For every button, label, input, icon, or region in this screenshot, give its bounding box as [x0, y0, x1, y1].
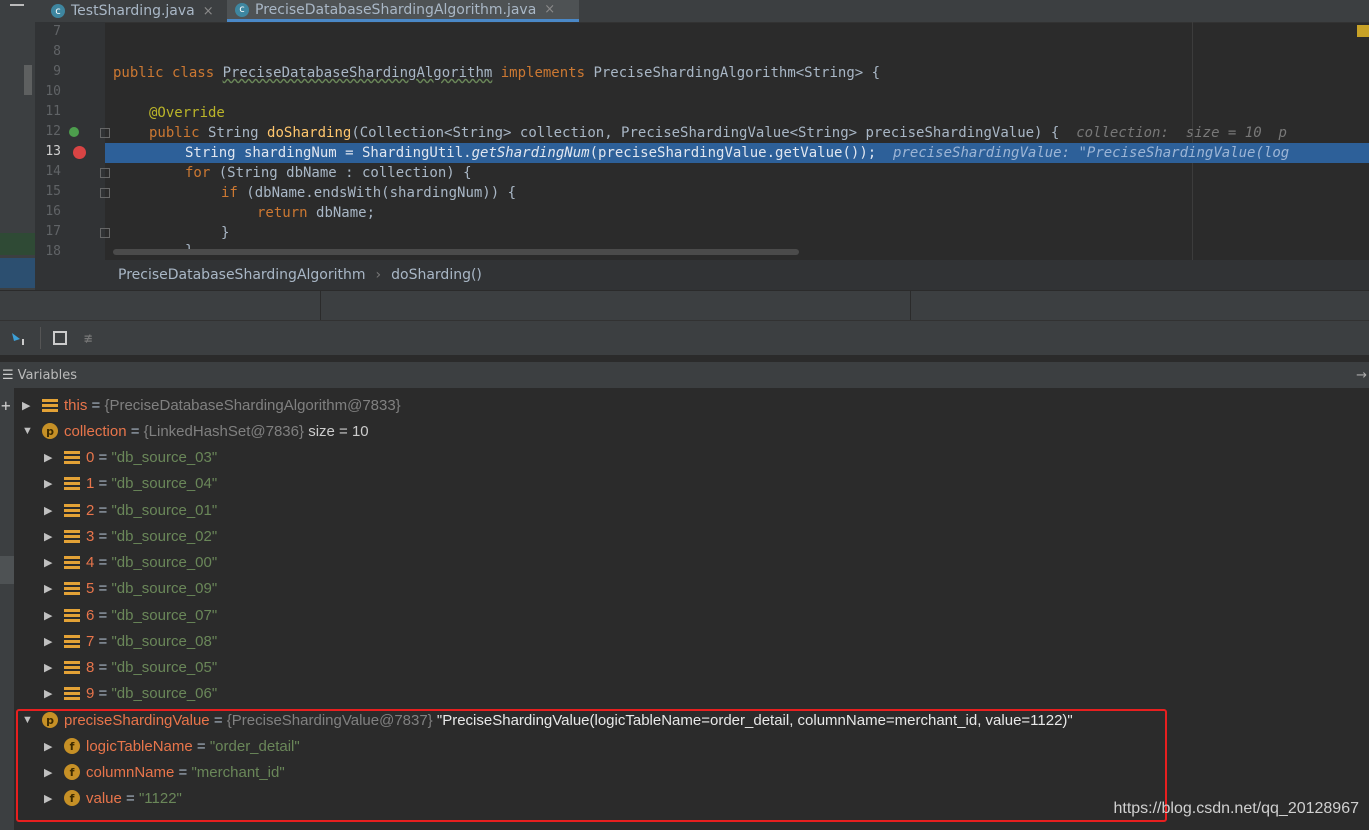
- debug-toolbar: ≢: [0, 320, 1369, 355]
- close-icon[interactable]: ×: [203, 4, 214, 19]
- code-line-12[interactable]: public String doSharding(Collection<Stri…: [149, 123, 1287, 143]
- expand-icon[interactable]: ▶: [44, 556, 58, 569]
- evaluate-expression-icon[interactable]: [53, 331, 67, 345]
- tool-window-active[interactable]: [0, 258, 35, 288]
- field-icon: [64, 528, 80, 544]
- list-item[interactable]: ▶ 5 = "db_source_09": [44, 576, 217, 600]
- debug-frames-strip: [0, 290, 1369, 321]
- list-item[interactable]: ▶ 0 = "db_source_03": [44, 445, 217, 469]
- field-icon: [64, 554, 80, 570]
- line-number: 18: [45, 244, 61, 259]
- tab-label: PreciseDatabaseShardingAlgorithm.java: [255, 1, 537, 18]
- expand-icon[interactable]: ▶: [44, 661, 58, 674]
- parameter-icon: p: [42, 423, 58, 439]
- watches-toggle-icon[interactable]: [0, 556, 14, 584]
- expand-icon[interactable]: ▶: [44, 451, 58, 464]
- variable-row[interactable]: ▶ this = {PreciseDatabaseShardingAlgorit…: [22, 393, 401, 417]
- line-number: 7: [53, 24, 61, 39]
- breadcrumb-class[interactable]: PreciseDatabaseShardingAlgorithm: [118, 267, 366, 283]
- line-number: 16: [45, 204, 61, 219]
- breadcrumb: PreciseDatabaseShardingAlgorithm › doSha…: [35, 260, 1369, 290]
- expand-icon[interactable]: ▶: [44, 687, 58, 700]
- line-number: 12: [45, 124, 61, 139]
- code-line-13[interactable]: String shardingNum = ShardingUtil.getSha…: [185, 143, 1289, 163]
- fold-icon[interactable]: [100, 188, 110, 198]
- line-number: 10: [45, 84, 61, 99]
- line-number: 15: [45, 184, 61, 199]
- field-icon: [64, 659, 80, 675]
- editor-tabbar: c TestSharding.java × c PreciseDatabaseS…: [35, 0, 1369, 23]
- code-line-11[interactable]: @Override: [149, 103, 225, 123]
- list-item[interactable]: ▶ 7 = "db_source_08": [44, 629, 217, 653]
- collapse-icon[interactable]: ▼: [22, 425, 36, 437]
- line-number: 8: [53, 44, 61, 59]
- watermark: https://blog.csdn.net/qq_20128967: [1113, 800, 1359, 817]
- expand-icon[interactable]: ▶: [44, 477, 58, 490]
- expand-icon[interactable]: ▶: [44, 635, 58, 648]
- breadcrumb-separator-icon: ›: [375, 267, 382, 283]
- variable-row[interactable]: ▼ p collection = {LinkedHashSet@7836} si…: [22, 419, 369, 443]
- scroll-marker: [24, 65, 32, 95]
- breakpoint-icon[interactable]: [73, 146, 86, 159]
- field-icon: [64, 580, 80, 596]
- variables-side-strip: +: [0, 388, 14, 830]
- list-item[interactable]: ▶ 6 = "db_source_07": [44, 603, 217, 627]
- list-item[interactable]: ▶ 8 = "db_source_05": [44, 655, 217, 679]
- code-line-9[interactable]: public class PreciseDatabaseShardingAlgo…: [113, 63, 880, 83]
- fold-icon[interactable]: [100, 168, 110, 178]
- line-number: 11: [45, 104, 61, 119]
- close-icon[interactable]: ×: [544, 2, 555, 17]
- minimize-icon[interactable]: [10, 4, 24, 6]
- expand-icon[interactable]: ▶: [44, 530, 58, 543]
- breadcrumb-method[interactable]: doSharding(): [391, 267, 482, 283]
- trace-stream-icon[interactable]: ≢: [84, 331, 100, 347]
- code-line-16[interactable]: return dbName;: [257, 203, 375, 223]
- field-icon: [42, 397, 58, 413]
- list-item[interactable]: ▶ 4 = "db_source_00": [44, 550, 217, 574]
- field-icon: [64, 685, 80, 701]
- left-tool-strip: [0, 0, 35, 290]
- hide-panel-icon[interactable]: →: [1356, 368, 1367, 383]
- add-watch-icon[interactable]: +: [1, 396, 11, 415]
- class-icon: c: [235, 2, 249, 17]
- code-line-15[interactable]: if (dbName.endsWith(shardingNum)) {: [221, 183, 516, 203]
- fold-icon[interactable]: [100, 128, 110, 138]
- class-icon: c: [51, 4, 65, 18]
- list-item[interactable]: ▶ 9 = "db_source_06": [44, 681, 217, 705]
- code-line-17[interactable]: }: [221, 223, 229, 243]
- expand-icon[interactable]: ▶: [44, 504, 58, 517]
- field-icon: [64, 502, 80, 518]
- highlight-annotation-box: [16, 709, 1167, 822]
- tab-precisedatabaseshardingalgorithm[interactable]: c PreciseDatabaseShardingAlgorithm.java …: [227, 0, 579, 22]
- list-item[interactable]: ▶ 1 = "db_source_04": [44, 471, 217, 495]
- override-icon[interactable]: [69, 127, 79, 137]
- tab-label: TestSharding.java: [71, 3, 195, 19]
- expand-icon[interactable]: ▶: [44, 582, 58, 595]
- expand-icon[interactable]: ▶: [22, 399, 36, 412]
- variables-header: ☰ Variables →: [0, 362, 1369, 388]
- list-icon: ☰: [2, 367, 14, 383]
- line-number: 17: [45, 224, 61, 239]
- field-icon: [64, 607, 80, 623]
- field-icon: [64, 449, 80, 465]
- line-number: 14: [45, 164, 61, 179]
- code-line-14[interactable]: for (String dbName : collection) {: [185, 163, 472, 183]
- horizontal-scrollbar[interactable]: [113, 249, 799, 255]
- tab-testsharding[interactable]: c TestSharding.java ×: [43, 0, 222, 22]
- fold-icon[interactable]: [100, 228, 110, 238]
- step-over-icon[interactable]: [10, 329, 28, 347]
- expand-icon[interactable]: ▶: [44, 609, 58, 622]
- tool-window-marker: [0, 233, 35, 255]
- list-item[interactable]: ▶ 3 = "db_source_02": [44, 524, 217, 548]
- line-number: 13: [45, 144, 61, 159]
- inspection-status-icon[interactable]: [1357, 25, 1369, 37]
- variables-title: Variables: [17, 367, 78, 383]
- list-item[interactable]: ▶ 2 = "db_source_01": [44, 498, 217, 522]
- line-number: 9: [53, 64, 61, 79]
- field-icon: [64, 633, 80, 649]
- field-icon: [64, 475, 80, 491]
